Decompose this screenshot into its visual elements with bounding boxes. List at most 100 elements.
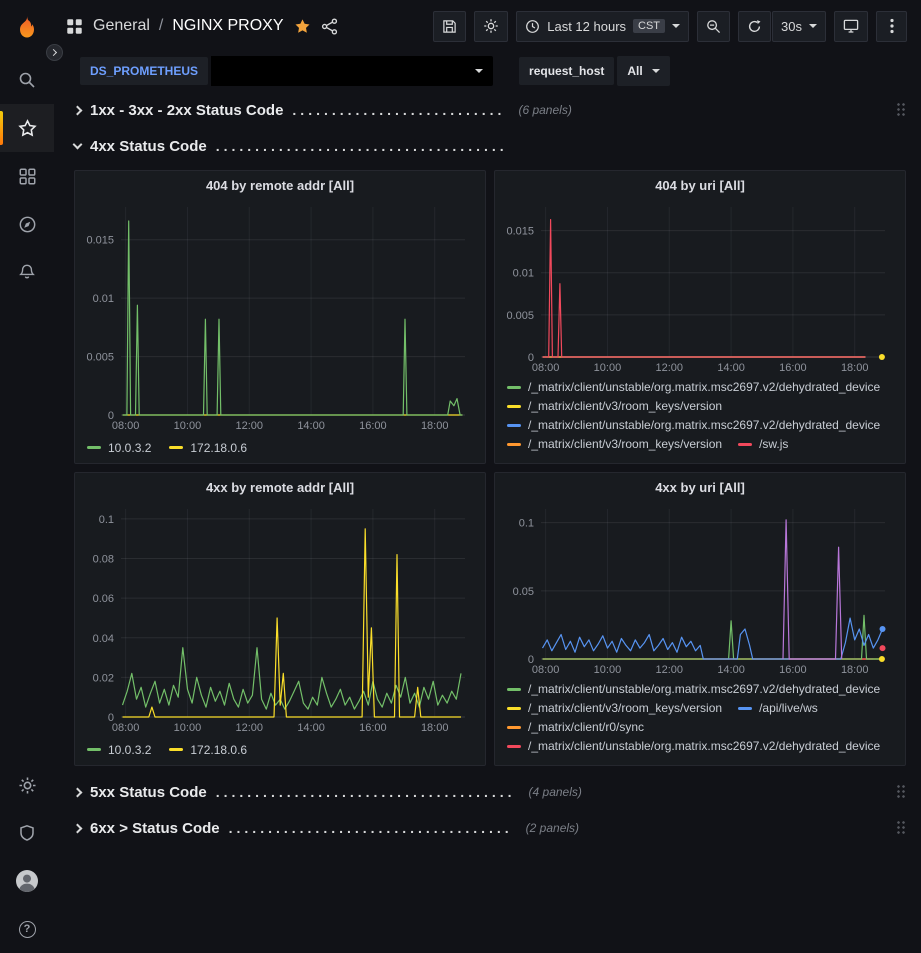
row-drag-handle[interactable] <box>896 102 906 118</box>
search-icon <box>18 71 36 89</box>
panel-4xx-by-uri: 4xx by uri [All] 08:0010:0012:0014:0016:… <box>494 472 906 766</box>
topbar-actions: Last 12 hours CST <box>433 11 907 42</box>
svg-text:10:00: 10:00 <box>174 722 202 734</box>
legend-item[interactable]: 10.0.3.2 <box>87 743 151 757</box>
dashboard-row-1xx-3xx-2xx[interactable]: 1xx - 3xx - 2xx Status Code ............… <box>74 96 906 124</box>
breadcrumb-folder[interactable]: General <box>93 17 150 35</box>
sidebar-expand-button[interactable] <box>46 44 63 61</box>
svg-text:12:00: 12:00 <box>656 664 684 676</box>
dashboards-icon <box>66 18 83 35</box>
svg-text:10:00: 10:00 <box>594 362 622 374</box>
legend-item[interactable]: /sw.js <box>738 437 788 451</box>
dashboard-row-4xx[interactable]: 4xx Status Code ........................… <box>74 132 906 160</box>
favorite-button[interactable] <box>294 18 311 35</box>
legend-item[interactable]: /_matrix/client/unstable/org.matrix.msc2… <box>507 739 880 753</box>
svg-text:16:00: 16:00 <box>779 362 807 374</box>
series-color-mark <box>507 386 521 389</box>
svg-text:0: 0 <box>108 712 114 724</box>
panel-title-text: 404 by remote addr [All] <box>206 178 354 193</box>
chevron-right-icon <box>73 823 83 833</box>
caret-down-icon <box>652 69 660 73</box>
legend-item[interactable]: /_matrix/client/unstable/org.matrix.msc2… <box>507 380 880 394</box>
panel-title[interactable]: 4xx by uri [All] <box>495 473 905 501</box>
legend-item[interactable]: /_matrix/client/unstable/org.matrix.msc2… <box>507 682 880 696</box>
sidebar-item-alerting[interactable] <box>0 248 54 296</box>
sidebar-item-configuration[interactable] <box>0 761 54 809</box>
sidebar-item-profile[interactable] <box>0 857 54 905</box>
svg-text:0: 0 <box>108 410 114 422</box>
legend-item[interactable]: 10.0.3.2 <box>87 441 151 455</box>
refresh-interval-picker[interactable]: 30s <box>772 11 826 42</box>
chart-legend: /_matrix/client/unstable/org.matrix.msc2… <box>495 377 905 463</box>
dashboard-row-5xx[interactable]: 5xx Status Code ........................… <box>74 778 906 806</box>
legend-item[interactable]: 172.18.0.6 <box>169 743 247 757</box>
chart-canvas[interactable]: 08:0010:0012:0014:0016:0018:0000.020.040… <box>81 501 479 737</box>
svg-text:14:00: 14:00 <box>297 722 325 734</box>
time-series-chart[interactable]: 08:0010:0012:0014:0016:0018:0000.0050.01… <box>81 199 479 435</box>
legend-item[interactable]: /_matrix/client/r0/sync <box>507 720 644 734</box>
refresh-interval-label: 30s <box>781 19 802 34</box>
time-series-chart[interactable]: 08:0010:0012:0014:0016:0018:0000.0050.01… <box>501 199 899 377</box>
tv-mode-button[interactable] <box>834 11 868 42</box>
row-title: 6xx > Status Code <box>90 820 220 837</box>
save-dashboard-button[interactable] <box>433 11 466 42</box>
row-title-dots: .................................... <box>229 820 513 836</box>
share-button[interactable] <box>321 18 338 35</box>
chart-canvas[interactable]: 08:0010:0012:0014:0016:0018:0000.050.1 <box>501 501 899 679</box>
sidebar-spacer <box>0 296 54 761</box>
chart-legend: 10.0.3.2 172.18.0.6 <box>75 435 485 463</box>
legend-item[interactable]: /api/live/ws <box>738 701 818 715</box>
legend-label: /sw.js <box>759 437 788 451</box>
row-panel-count: (4 panels) <box>529 785 582 799</box>
sidebar-item-explore[interactable] <box>0 200 54 248</box>
panel-4xx-by-remote-addr: 4xx by remote addr [All] 08:0010:0012:00… <box>74 472 486 766</box>
legend-label: /_matrix/client/v3/room_keys/version <box>528 701 722 715</box>
grafana-logo[interactable] <box>0 0 54 56</box>
panel-title[interactable]: 404 by uri [All] <box>495 171 905 199</box>
svg-text:0.1: 0.1 <box>99 514 114 526</box>
legend-label: /_matrix/client/unstable/org.matrix.msc2… <box>528 418 880 432</box>
series-color-mark <box>169 748 183 751</box>
caret-down-icon <box>809 24 817 28</box>
legend-item[interactable]: /_matrix/client/v3/room_keys/version <box>507 701 722 715</box>
request-host-select[interactable]: All <box>617 56 669 86</box>
panel-title[interactable]: 404 by remote addr [All] <box>75 171 485 199</box>
svg-text:14:00: 14:00 <box>717 664 745 676</box>
time-series-chart[interactable]: 08:0010:0012:0014:0016:0018:0000.050.1 <box>501 501 899 679</box>
row-drag-handle[interactable] <box>896 784 906 800</box>
time-series-chart[interactable]: 08:0010:0012:0014:0016:0018:0000.020.040… <box>81 501 479 737</box>
svg-text:14:00: 14:00 <box>297 420 325 432</box>
legend-item[interactable]: 172.18.0.6 <box>169 441 247 455</box>
sidebar-item-dashboards[interactable] <box>0 152 54 200</box>
svg-text:0: 0 <box>528 654 534 666</box>
chart-canvas[interactable]: 08:0010:0012:0014:0016:0018:0000.0050.01… <box>81 199 479 435</box>
chart-canvas[interactable]: 08:0010:0012:0014:0016:0018:0000.0050.01… <box>501 199 899 377</box>
dashboard-row-6xx[interactable]: 6xx > Status Code ......................… <box>74 814 906 842</box>
series-color-mark <box>507 424 521 427</box>
panel-title[interactable]: 4xx by remote addr [All] <box>75 473 485 501</box>
time-range-picker[interactable]: Last 12 hours CST <box>516 11 689 42</box>
legend-label: /_matrix/client/unstable/org.matrix.msc2… <box>528 739 880 753</box>
legend-item[interactable]: /_matrix/client/v3/room_keys/version <box>507 437 722 451</box>
legend-item[interactable]: /_matrix/client/unstable/org.matrix.msc2… <box>507 418 880 432</box>
legend-label: /_matrix/client/unstable/org.matrix.msc2… <box>528 380 880 394</box>
datasource-variable-value[interactable] <box>211 56 493 86</box>
sidebar-item-search[interactable] <box>0 56 54 104</box>
row-drag-handle[interactable] <box>896 820 906 836</box>
sidebar-item-starred[interactable] <box>0 104 54 152</box>
save-icon <box>442 19 457 34</box>
svg-text:0.06: 0.06 <box>93 593 114 605</box>
more-options-button[interactable] <box>876 11 907 42</box>
svg-text:08:00: 08:00 <box>112 722 140 734</box>
dashboard-settings-button[interactable] <box>474 11 508 42</box>
sidebar-item-help[interactable]: ? <box>0 905 54 953</box>
main-area: General / NGINX PROXY <box>54 0 921 953</box>
dashboard-title[interactable]: NGINX PROXY <box>172 17 283 35</box>
share-icon <box>321 18 338 35</box>
datasource-variable-label[interactable]: DS_PROMETHEUS <box>80 57 208 85</box>
legend-item[interactable]: /_matrix/client/v3/room_keys/version <box>507 399 722 413</box>
refresh-button[interactable] <box>738 11 771 42</box>
sidebar-item-server-admin[interactable] <box>0 809 54 857</box>
zoom-out-button[interactable] <box>697 11 730 42</box>
legend-label: /_matrix/client/unstable/org.matrix.msc2… <box>528 682 880 696</box>
